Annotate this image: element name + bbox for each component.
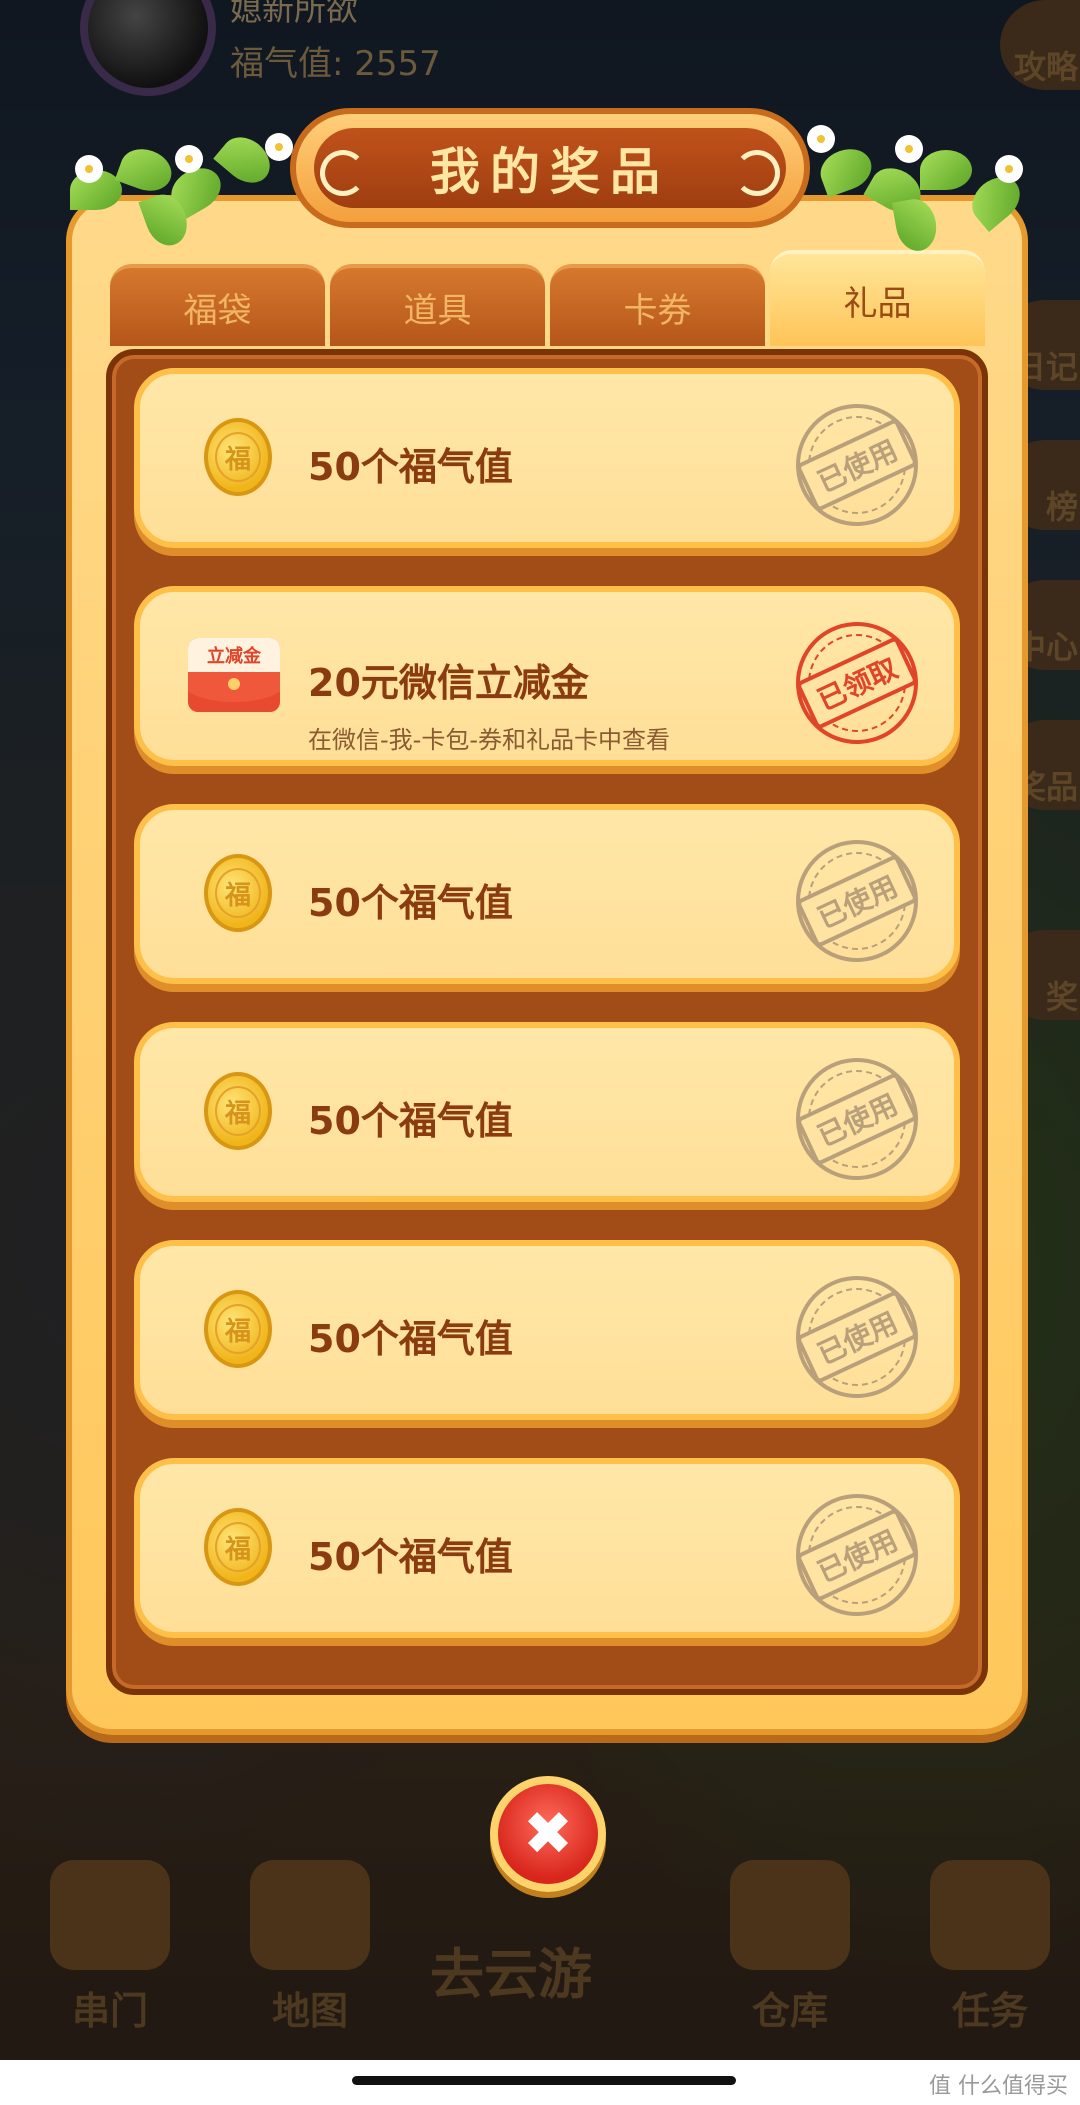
prize-item[interactable]: 立减金 20元微信立减金 在微信-我-卡包-券和礼品卡中查看 已领取: [134, 586, 960, 766]
tab-props[interactable]: 道具: [330, 264, 545, 346]
prize-item[interactable]: 福 50个福气值 已使用: [134, 804, 960, 984]
nav-map[interactable]: 地图: [230, 1860, 390, 2033]
prize-item[interactable]: 福 50个福气值 已使用: [134, 1022, 960, 1202]
house-icon: [50, 1860, 170, 1970]
used-stamp-icon: 已使用: [775, 1037, 939, 1201]
warehouse-icon: [730, 1860, 850, 1970]
nav-tasks[interactable]: 任务: [910, 1860, 1070, 2033]
red-envelope-icon: 立减金: [188, 638, 280, 712]
prize-title: 50个福气值: [308, 1535, 513, 1579]
used-stamp-icon: 已使用: [775, 383, 939, 547]
close-icon: ✖: [522, 1799, 574, 1869]
used-stamp-icon: 已使用: [775, 819, 939, 983]
prize-subtitle: 在微信-我-卡包-券和礼品卡中查看: [308, 726, 670, 754]
fuqi-value: 福气值: 2557: [230, 44, 441, 84]
coin-icon: 福: [204, 1290, 272, 1368]
task-icon: [930, 1860, 1050, 1970]
tab-coupons[interactable]: 卡券: [550, 264, 765, 346]
home-indicator[interactable]: [352, 2076, 736, 2085]
nav-warehouse[interactable]: 仓库: [710, 1860, 870, 2033]
prize-title: 50个福气值: [308, 445, 513, 489]
tab-gifts[interactable]: 礼品: [770, 250, 985, 346]
prize-item[interactable]: 福 50个福气值 已使用: [134, 368, 960, 548]
swirl-ornament-icon: [734, 150, 780, 196]
modal-title-plaque: 我的奖品: [290, 108, 810, 228]
coin-icon: 福: [204, 1508, 272, 1586]
tab-lucky-bag[interactable]: 福袋: [110, 264, 325, 346]
side-button-guide[interactable]: 攻略: [1000, 0, 1080, 90]
vine-decoration-right: [800, 110, 1060, 255]
prize-title: 50个福气值: [308, 1317, 513, 1361]
vine-decoration-left: [40, 110, 300, 252]
used-stamp-icon: 已使用: [775, 1255, 939, 1419]
coin-icon: 福: [204, 1072, 272, 1150]
swirl-ornament-icon: [320, 150, 366, 196]
coin-icon: 福: [204, 854, 272, 932]
modal-title: 我的奖品: [430, 143, 670, 201]
close-button[interactable]: ✖: [490, 1776, 606, 1892]
watermark: 值 什么值得买: [929, 2074, 1068, 2099]
nav-visit[interactable]: 串门: [30, 1860, 190, 2033]
user-name: 媳新所欲: [230, 0, 359, 28]
claimed-stamp-icon: 已领取: [775, 601, 939, 765]
prize-title: 50个福气值: [308, 1099, 513, 1143]
coin-icon: 福: [204, 418, 272, 496]
used-stamp-icon: 已使用: [775, 1473, 939, 1637]
nav-travel[interactable]: 去云游: [430, 1930, 592, 2009]
prize-tabs: 福袋 道具 卡券 礼品: [110, 250, 990, 346]
prize-title: 50个福气值: [308, 881, 513, 925]
prize-item[interactable]: 福 50个福气值 已使用: [134, 1240, 960, 1420]
map-icon: [250, 1860, 370, 1970]
prize-title: 20元微信立减金: [308, 661, 589, 705]
prize-item[interactable]: 福 50个福气值 已使用: [134, 1458, 960, 1638]
